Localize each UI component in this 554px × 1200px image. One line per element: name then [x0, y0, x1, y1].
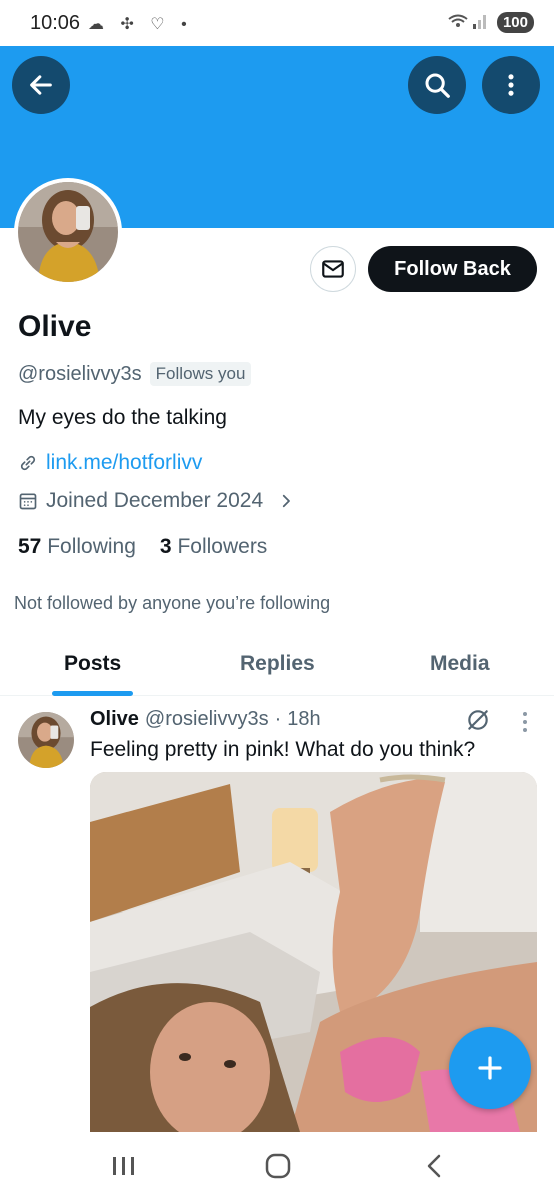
post-time: 18h — [287, 708, 321, 730]
message-button[interactable] — [310, 246, 356, 292]
tab-replies[interactable]: Replies — [240, 652, 315, 676]
profile-handle: @rosielivvy3s — [18, 362, 142, 385]
avatar-photo — [18, 182, 118, 282]
status-time: 10:06 — [30, 12, 81, 34]
home-button[interactable] — [258, 1150, 298, 1182]
post-more-icon[interactable] — [518, 710, 532, 734]
post-separator: · — [274, 708, 282, 730]
following-count: 57 — [18, 535, 42, 558]
compose-button[interactable] — [449, 1027, 531, 1109]
active-tab-indicator — [52, 691, 133, 696]
followers-label: Followers — [177, 535, 268, 558]
post-author-handle: @rosielivvy3s — [144, 708, 269, 730]
more-vertical-icon — [508, 74, 514, 96]
not-followed-notice: Not followed by anyone you’re following — [14, 593, 331, 613]
grok-icon[interactable] — [465, 707, 491, 733]
mail-icon — [322, 260, 344, 278]
recent-apps-button[interactable] — [104, 1150, 144, 1182]
post-header: Olive @rosielivvy3s · 18h — [90, 708, 321, 731]
display-name: Olive — [18, 310, 92, 343]
back-button[interactable] — [12, 56, 70, 114]
profile-link-row: link.me/hotforlivv — [18, 451, 202, 475]
more-options-button[interactable] — [482, 56, 540, 114]
followers-link[interactable]: 3 Followers — [160, 535, 267, 559]
calendar-icon — [19, 493, 37, 510]
joined-date: Joined December 2024 — [46, 489, 264, 512]
post-author-name[interactable]: Olive — [90, 708, 139, 731]
profile-tabs: Posts Replies Media — [0, 636, 554, 696]
status-right: 100 — [447, 12, 534, 33]
recent-apps-icon — [113, 1157, 134, 1175]
system-nav-bar — [0, 1132, 554, 1200]
notification-icons: ☁ ✣ ♡ • — [88, 16, 193, 33]
status-bar: 10:06 ☁ ✣ ♡ • 100 — [0, 0, 554, 46]
tab-media[interactable]: Media — [430, 652, 490, 676]
follows-you-badge: Follows you — [149, 362, 252, 386]
back-nav-button[interactable] — [414, 1150, 454, 1182]
wifi-signal-icon — [447, 12, 489, 33]
link-icon — [20, 455, 36, 471]
chevron-right-icon — [282, 494, 291, 508]
following-link[interactable]: 57 Following — [18, 535, 136, 559]
post-avatar[interactable] — [18, 712, 74, 768]
following-label: Following — [47, 535, 136, 558]
plus-icon — [478, 1056, 502, 1080]
search-icon — [425, 73, 450, 98]
follow-back-button[interactable]: Follow Back — [368, 246, 537, 292]
follow-counts: 57 Following 3 Followers — [18, 535, 267, 559]
arrow-left-icon — [30, 75, 52, 95]
post-text: Feeling pretty in pink! What do you thin… — [90, 738, 476, 761]
post-avatar-photo — [18, 712, 74, 768]
joined-row[interactable]: Joined December 2024 — [18, 489, 295, 513]
profile-avatar[interactable] — [14, 178, 122, 286]
home-icon — [265, 1153, 291, 1179]
profile-link[interactable]: link.me/hotforlivv — [46, 451, 202, 475]
followers-count: 3 — [159, 535, 172, 558]
profile-bio: My eyes do the talking — [18, 406, 227, 429]
battery-indicator: 100 — [496, 12, 534, 33]
chevron-left-icon — [427, 1154, 441, 1178]
search-button[interactable] — [408, 56, 466, 114]
handle-row: @rosielivvy3s Follows you — [18, 362, 252, 386]
tab-posts[interactable]: Posts — [64, 652, 121, 676]
